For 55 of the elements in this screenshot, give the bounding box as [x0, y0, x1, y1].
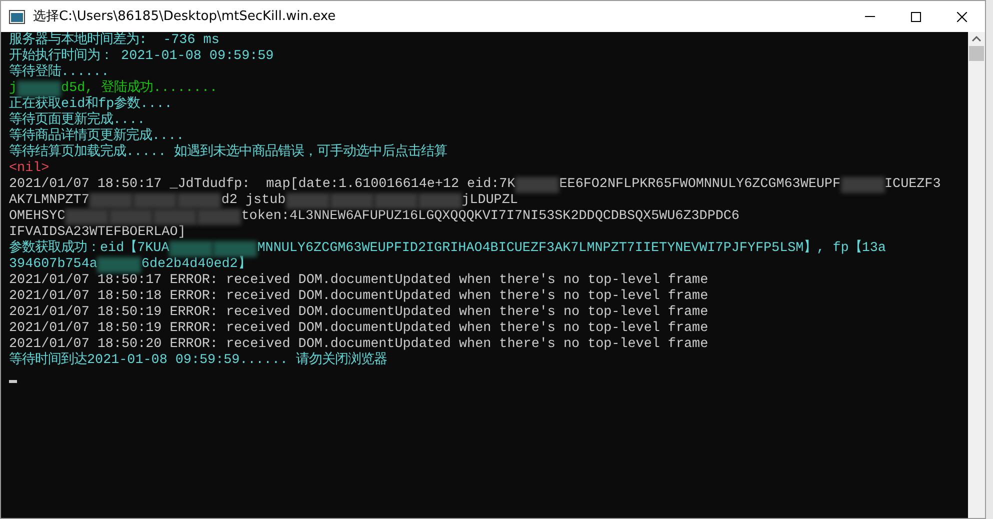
console-text: 等待商品详情页更新完成.... [9, 129, 184, 144]
scroll-up-icon[interactable] [972, 36, 981, 42]
blurred-region [515, 177, 560, 193]
console-text: IFVAIDSA23WTEFBOERLAO] [9, 225, 186, 240]
scrollbar[interactable] [968, 32, 985, 518]
console-text: 等待结算页加载完成..... 如遇到未选中商品错误，可手动选中后点击结算 [9, 145, 448, 160]
console-text: 2021/01/07 18:50:20 ERROR: received DOM.documentUpdated when there's no top-level frame [9, 337, 708, 352]
console-text: 正在获取eid和fp参数.... [9, 97, 172, 112]
blurred-region [197, 209, 242, 225]
minimize-icon [865, 16, 875, 17]
console-text: 6de2b4d40ed2】 [141, 257, 251, 272]
blurred-region [418, 193, 462, 209]
console-text: 等待页面更新完成.... [9, 113, 146, 128]
console-text: 开始执行时间为： 2021-01-08 09:59:59 [9, 49, 274, 64]
blurred-region [109, 209, 154, 225]
console-text: 参数获取成功：eid【7KUA [9, 241, 170, 256]
text-cursor [9, 380, 17, 383]
console-text: 2021/01/07 18:50:17 ERROR: received DOM.documentUpdated when there's no top-level frame [9, 273, 708, 288]
blurred-region [17, 81, 62, 97]
console-text: jLDUPZL [462, 193, 518, 208]
console-text: d2 jstub [221, 193, 286, 208]
blurred-region [65, 209, 110, 225]
console-text: 等待登陆...... [9, 65, 110, 80]
blurred-region [169, 241, 214, 257]
window-title: 选择C:\Users\86185\Desktop\mtSecKill.win.exe [33, 8, 337, 26]
console-text: token:4L3NNEW6AFUPUZ16LGQXQQQKVI7I7NI53SK2DDQCDBSQX5WU6Z3DPDC6 [241, 209, 740, 224]
console-text: MNNULY6ZCGM63WEUPFID2IGRIHAO4BICUEZF3AK7LMNPZT7IIETYNEVWI7PJFYFP5LSM】, fp【13a [257, 241, 886, 256]
blurred-region [374, 193, 418, 209]
blurred-region [97, 257, 142, 273]
console-text: j [9, 81, 18, 96]
console-text: EE6FO2NFLPKR65FWOMNNULY6ZCGM63WEUPF [559, 177, 840, 192]
blurred-region [330, 193, 374, 209]
console-text: 2021/01/07 18:50:17 _JdTdudfp: map[date:1.610016614e+12 eid:7K [9, 177, 516, 192]
console-text: 2021/01/07 18:50:18 ERROR: received DOM.documentUpdated when there's no top-level frame [9, 289, 708, 304]
console-text: OMEHSYC [9, 209, 66, 224]
console-text: 2021/01/07 18:50:19 ERROR: received DOM.documentUpdated when there's no top-level frame [9, 305, 708, 320]
console-text: 394607b754a [9, 257, 98, 272]
console-text: 2021/01/07 18:50:19 ERROR: received DOM.documentUpdated when there's no top-level frame [9, 321, 708, 336]
console-text: d5d, 登陆成功........ [61, 81, 218, 96]
console-text: <nil> [9, 161, 50, 176]
console-text: 服务器与本地时间差为: -736 ms [9, 33, 220, 48]
scrollbar-thumb[interactable] [969, 46, 984, 61]
blurred-region [133, 193, 178, 209]
blurred-region [840, 177, 884, 193]
console-text: ICUEZF3 [884, 177, 941, 192]
console-text: 等待时间到达2021-01-08 09:59:59...... 请勿关闭浏览器 [9, 353, 387, 368]
maximize-icon [911, 12, 921, 22]
blurred-region [153, 209, 198, 225]
console-text: AK7LMNPZT7 [9, 193, 90, 208]
console-icon [9, 10, 25, 24]
blurred-region [286, 193, 330, 209]
close-icon [957, 12, 967, 22]
blurred-region [177, 193, 222, 209]
blurred-region [89, 193, 134, 209]
blurred-region [213, 241, 258, 257]
